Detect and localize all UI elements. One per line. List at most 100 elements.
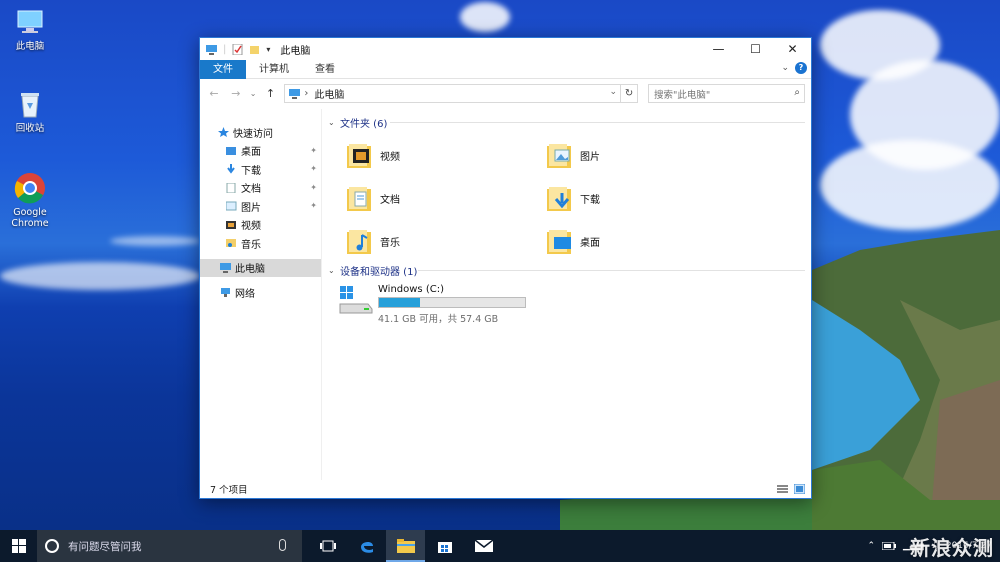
search-input[interactable]: 搜索"此电脑" ⌕: [648, 84, 805, 103]
minimize-button[interactable]: —: [700, 38, 737, 60]
desktop-icon-recycle-bin[interactable]: 回收站: [2, 88, 58, 134]
desktop-folder-icon: [547, 230, 571, 254]
search-icon[interactable]: ⌕: [794, 87, 800, 98]
back-arrow-icon[interactable]: ←: [206, 87, 222, 100]
this-pc-small-icon: [206, 44, 217, 55]
sidebar-item-music[interactable]: 音乐: [200, 234, 321, 253]
refresh-icon[interactable]: ↻: [620, 85, 637, 102]
tab-computer[interactable]: 计算机: [246, 60, 302, 79]
up-arrow-icon[interactable]: ↑: [262, 87, 278, 100]
task-view-icon: [319, 540, 336, 552]
ribbon-tabs: 文件 计算机 查看 ⌄ ?: [200, 59, 811, 79]
sidebar-item-pictures[interactable]: 图片 ✦: [200, 197, 321, 216]
tab-view[interactable]: 查看: [302, 60, 348, 79]
close-button[interactable]: ✕: [774, 38, 811, 60]
sidebar-item-label: 下载: [241, 165, 261, 177]
sidebar-item-label: 网络: [235, 288, 255, 300]
pin-icon[interactable]: ✦: [310, 164, 317, 173]
windows-drive-icon: [339, 286, 373, 314]
desktop-folder-icon: [226, 146, 236, 155]
mail-button[interactable]: [464, 530, 503, 562]
store-button[interactable]: [425, 530, 464, 562]
toolbar-separator: |: [223, 43, 227, 55]
pin-icon[interactable]: ✦: [310, 183, 317, 192]
store-icon: [437, 542, 452, 553]
download-arrow-icon: [227, 164, 235, 174]
drive-name: Windows (C:): [378, 284, 444, 295]
forward-arrow-icon[interactable]: →: [228, 87, 244, 100]
new-folder-icon[interactable]: [249, 44, 260, 55]
star-icon: [218, 127, 229, 138]
address-dropdown-chevron-icon[interactable]: ⌄: [609, 87, 617, 97]
sidebar-item-downloads[interactable]: 下载 ✦: [200, 160, 321, 179]
sidebar-item-quick-access[interactable]: 快速访问: [200, 123, 321, 142]
battery-icon[interactable]: [882, 542, 896, 550]
customize-toolbar-chevron-icon[interactable]: ▾: [266, 45, 270, 54]
folder-music[interactable]: 音乐: [344, 222, 544, 260]
document-icon: [226, 182, 236, 193]
expand-ribbon-chevron-icon[interactable]: ⌄: [781, 63, 789, 73]
sidebar-item-label: 文档: [241, 184, 261, 196]
large-icons-view-icon[interactable]: [794, 484, 805, 494]
network-icon: [221, 288, 230, 298]
mail-icon: [474, 540, 493, 552]
window-title: 此电脑: [280, 45, 311, 57]
folder-label: 文档: [380, 194, 400, 206]
sidebar-item-desktop[interactable]: 桌面 ✦: [200, 142, 321, 161]
drive-usage-bar: [378, 297, 526, 308]
pin-icon[interactable]: ✦: [310, 201, 317, 210]
this-pc-small-icon: [289, 88, 301, 99]
maximize-button[interactable]: ☐: [737, 38, 774, 60]
file-explorer-window: | ▾ 此电脑 — ☐ ✕ 文件 计算机 查看 ⌄ ? ← → ⌄ ↑ › 此电…: [199, 37, 812, 499]
edge-button[interactable]: [347, 530, 386, 562]
quick-access-toolbar: | ▾: [200, 43, 270, 55]
search-placeholder: 搜索"此电脑": [654, 89, 711, 101]
recent-locations-chevron-icon[interactable]: ⌄: [250, 89, 257, 98]
sidebar-item-this-pc[interactable]: 此电脑: [200, 258, 321, 277]
chevron-down-icon[interactable]: ⌄: [328, 118, 340, 127]
folder-desktop[interactable]: 桌面: [544, 222, 744, 260]
details-view-icon[interactable]: [777, 484, 788, 494]
desktop-icon-chrome[interactable]: Google Chrome: [2, 172, 58, 229]
navigation-bar: ← → ⌄ ↑ › 此电脑 ⌄ ↻ 搜索"此电脑" ⌕: [200, 79, 811, 108]
folder-downloads[interactable]: 下载: [544, 179, 744, 217]
properties-icon[interactable]: [232, 43, 243, 55]
sidebar-item-documents[interactable]: 文档 ✦: [200, 179, 321, 198]
music-folder-icon: [347, 230, 371, 254]
file-explorer-button[interactable]: [386, 530, 425, 562]
taskbar: 有问题尽管问我 ⌃ ▁▃▅ ♫ 2016/7/27: [0, 530, 1000, 562]
group-divider: [418, 270, 805, 271]
windows-logo-icon: [11, 539, 26, 553]
drive-windows-c[interactable]: Windows (C:) 41.1 GB 可用，共 57.4 GB: [328, 282, 811, 325]
tab-file[interactable]: 文件: [200, 59, 246, 79]
recycle-bin-icon: [14, 88, 46, 120]
microphone-icon[interactable]: [279, 539, 286, 551]
folder-documents[interactable]: 文档: [344, 179, 544, 217]
folder-label: 下载: [580, 194, 600, 206]
address-bar[interactable]: › 此电脑 ⌄ ↻: [284, 84, 639, 103]
pin-icon[interactable]: ✦: [310, 146, 317, 155]
pictures-folder-icon: [547, 144, 571, 168]
breadcrumb-this-pc[interactable]: 此电脑: [314, 86, 344, 101]
cortana-search-box[interactable]: 有问题尽管问我: [37, 530, 302, 562]
folders-group-header[interactable]: ⌄ 文件夹 (6): [328, 114, 811, 130]
show-hidden-icons-icon[interactable]: ⌃: [867, 541, 875, 551]
cortana-placeholder: 有问题尽管问我: [68, 540, 142, 553]
help-button[interactable]: ?: [795, 62, 807, 74]
picture-icon: [226, 201, 237, 211]
chevron-down-icon[interactable]: ⌄: [328, 266, 340, 275]
cortana-icon: [45, 539, 59, 553]
sidebar-item-videos[interactable]: 视频: [200, 216, 321, 235]
task-view-button[interactable]: [308, 530, 347, 562]
status-bar: 7 个项目: [200, 480, 811, 498]
title-bar[interactable]: | ▾ 此电脑 — ☐ ✕: [200, 38, 811, 60]
folder-videos[interactable]: 视频: [344, 136, 544, 174]
downloads-folder-icon: [547, 187, 571, 211]
this-pc-icon: [220, 262, 231, 273]
desktop-icon-this-pc[interactable]: 此电脑: [2, 6, 58, 52]
start-button[interactable]: [0, 530, 37, 562]
devices-group-header[interactable]: ⌄ 设备和驱动器 (1): [328, 262, 811, 278]
sidebar-item-network[interactable]: 网络: [200, 283, 321, 302]
desktop-icon-label: 此电脑: [15, 41, 45, 52]
folder-pictures[interactable]: 图片: [544, 136, 744, 174]
